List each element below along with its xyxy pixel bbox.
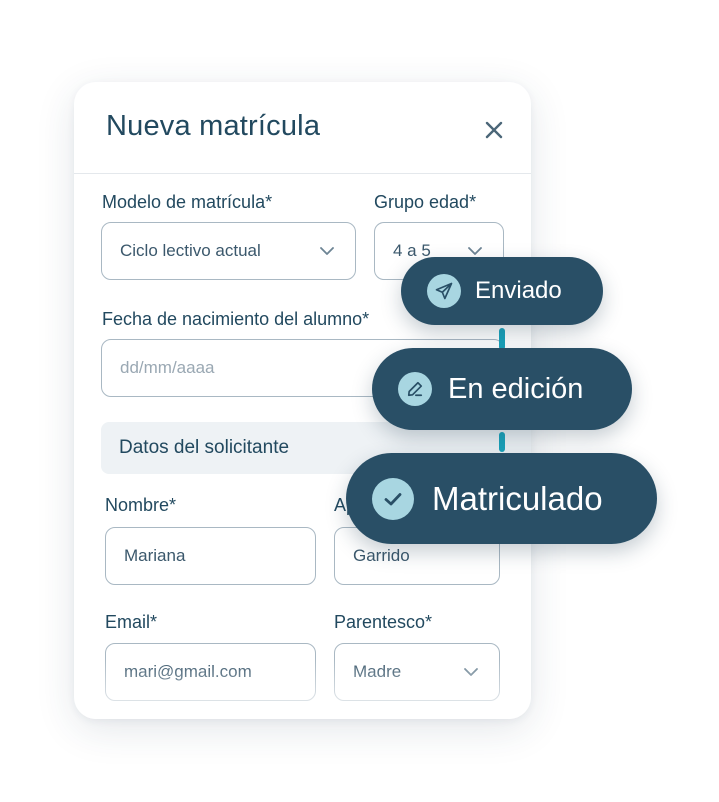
status-pill-matriculado[interactable]: Matriculado — [346, 453, 657, 544]
status-connector — [499, 328, 505, 350]
nombre-value: Mariana — [124, 546, 186, 565]
chevron-down-icon — [319, 246, 335, 256]
status-label: En edición — [448, 372, 584, 405]
nombre-label: Nombre* — [105, 495, 177, 515]
email-input[interactable]: mari@gmail.com — [105, 643, 316, 701]
modelo-label: Modelo de matrícula* — [102, 192, 273, 212]
status-pill-enviado[interactable]: Enviado — [401, 257, 603, 325]
status-label: Enviado — [475, 277, 562, 304]
chevron-down-icon — [467, 246, 483, 256]
close-button[interactable] — [479, 115, 509, 145]
parentesco-label: Parentesco* — [334, 612, 433, 632]
fecha-label: Fecha de nacimiento del alumno* — [102, 309, 370, 329]
apellido-value: Garrido — [353, 546, 410, 565]
pencil-icon — [398, 372, 432, 406]
modelo-select[interactable]: Ciclo lectivo actual — [101, 222, 356, 280]
modal-title: Nueva matrícula — [106, 110, 321, 142]
close-icon — [485, 121, 503, 139]
status-label: Matriculado — [432, 479, 603, 517]
header-divider — [74, 173, 531, 174]
check-icon — [372, 477, 414, 520]
status-pill-en-edicion[interactable]: En edición — [372, 348, 632, 430]
send-icon — [427, 274, 461, 308]
email-value: mari@gmail.com — [124, 662, 252, 681]
fecha-placeholder: dd/mm/aaaa — [120, 358, 215, 377]
parentesco-value: Madre — [353, 662, 402, 681]
status-connector — [499, 432, 505, 452]
nombre-input[interactable]: Mariana — [105, 527, 316, 585]
modelo-value: Ciclo lectivo actual — [120, 241, 261, 260]
grupo-label: Grupo edad* — [374, 192, 477, 212]
parentesco-select[interactable]: Madre — [334, 643, 500, 701]
chevron-down-icon — [463, 667, 479, 677]
email-label: Email* — [105, 612, 158, 632]
